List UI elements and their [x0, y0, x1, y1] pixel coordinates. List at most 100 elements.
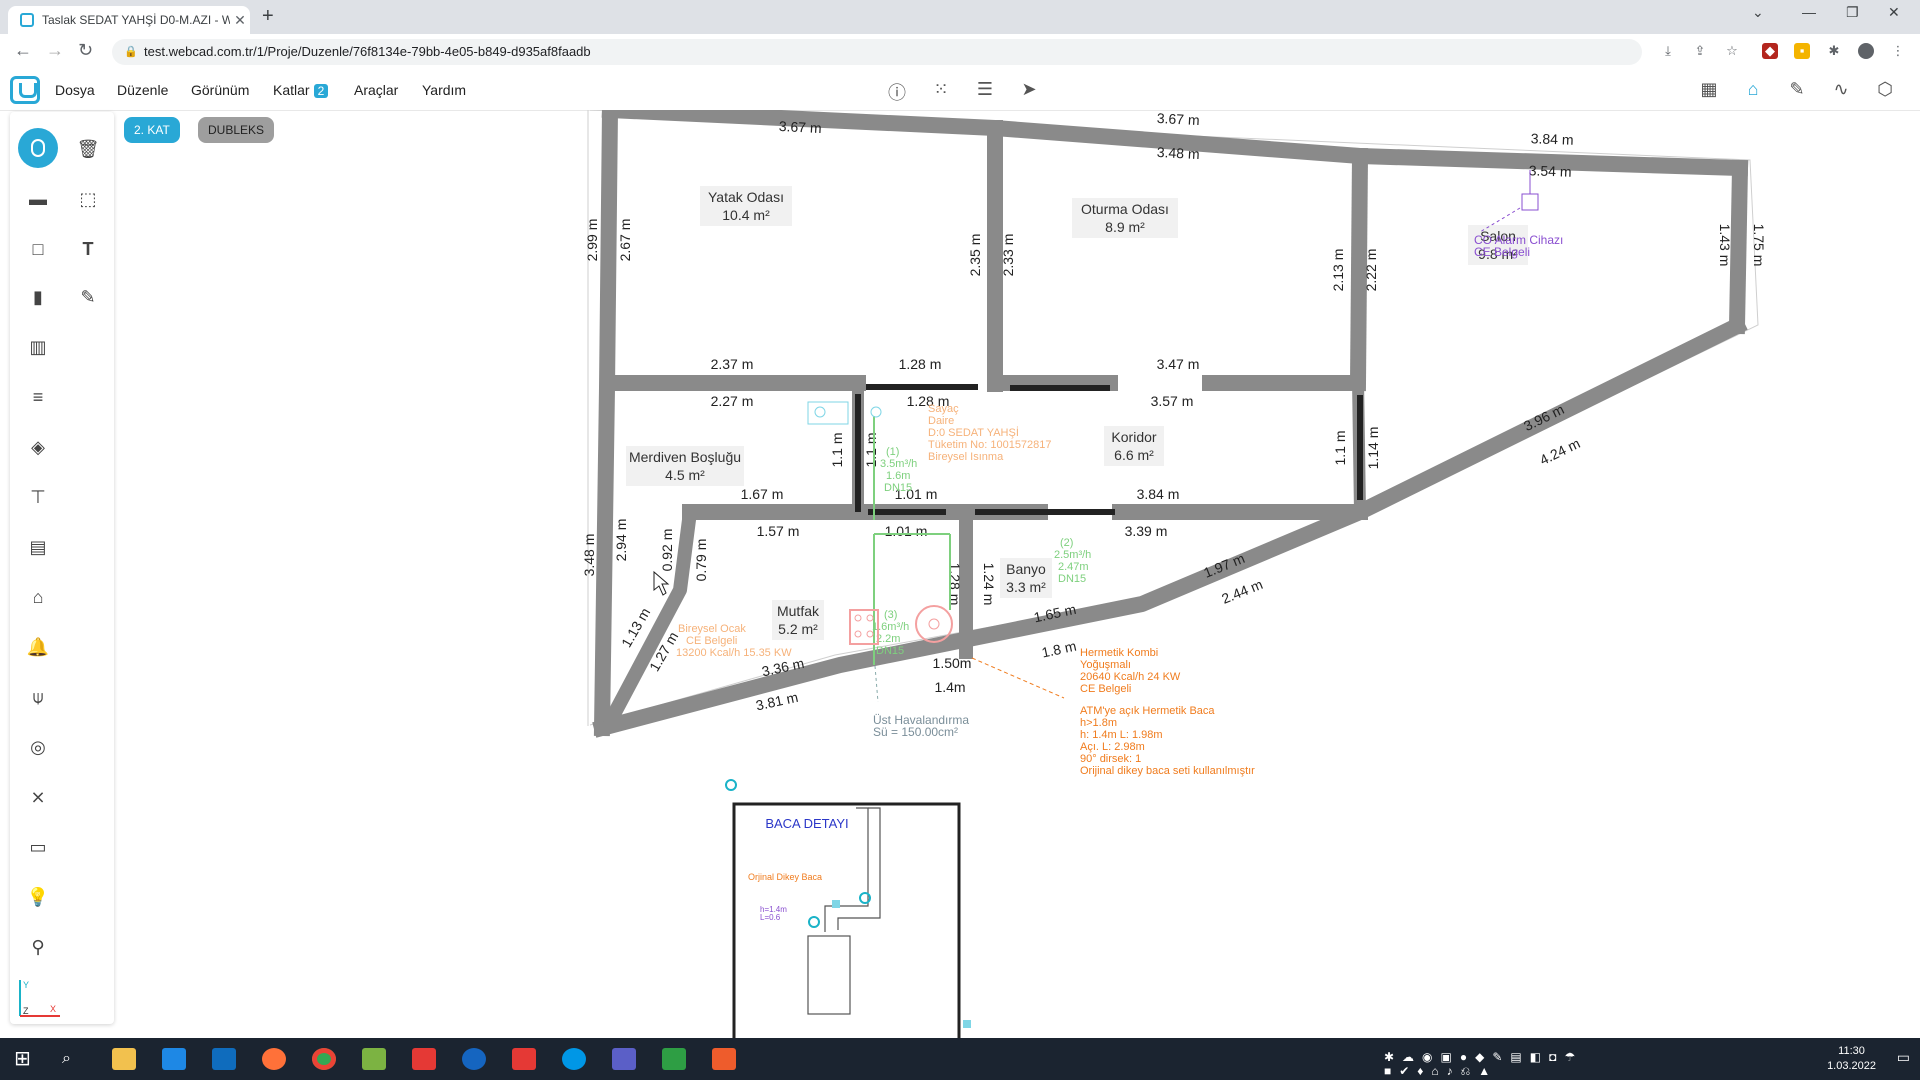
select-mouse-tool[interactable] [18, 128, 58, 168]
skype-icon[interactable] [562, 1048, 586, 1070]
send-icon[interactable]: ➤ [1018, 79, 1040, 100]
panel-icon[interactable]: ▭ [25, 834, 51, 860]
tab-search-icon[interactable]: ⌄ [1752, 4, 1764, 21]
back-arrow-icon[interactable]: ← [14, 40, 32, 61]
dim-label: 1.8 m [1040, 638, 1078, 661]
home-icon[interactable]: ⌂ [1742, 79, 1764, 100]
kombi-leader-line [971, 657, 1065, 699]
dim-label: 1.43 m [1717, 224, 1733, 267]
gas-meter[interactable] [807, 401, 882, 425]
area-select-icon[interactable]: ⬚ [75, 186, 101, 212]
layers-icon[interactable]: ◈ [25, 434, 51, 460]
minimize-icon[interactable]: — [1802, 4, 1816, 20]
alarm-bell-icon[interactable]: 🔔 [25, 634, 51, 660]
menu-dosya[interactable]: Dosya [55, 82, 95, 98]
pipe1-line: 3.5m³/h [880, 458, 917, 470]
stairs-tool-icon[interactable]: ≡ [25, 384, 51, 410]
baca-line: h>1.8m [1080, 717, 1117, 729]
dim-label: 1.24 m [981, 563, 997, 606]
text-tool-icon[interactable]: T [75, 236, 101, 262]
drawing-canvas[interactable]: Yatak Odası 10.4 m² Oturma Odası 8.9 m² … [120, 110, 1920, 1038]
firefox-icon[interactable] [262, 1048, 286, 1070]
app-chat-icon[interactable] [412, 1048, 436, 1070]
reload-icon[interactable]: ↻ [78, 40, 93, 61]
url-text: test.webcad.com.tr/1/Proje/Duzenle/76f81… [144, 44, 591, 59]
door-tool-icon[interactable]: ▮ [25, 284, 51, 310]
chrome-icon[interactable] [312, 1048, 336, 1070]
teamviewer-icon[interactable] [462, 1048, 486, 1070]
system-tray-icons[interactable]: ✱☁◉▣●◆✎▤◧◘☂■✔♦⌂♪⎌▲ [1384, 1050, 1684, 1078]
menu-katlar[interactable]: Katlar 2 [273, 82, 329, 98]
dim-label: 3.48 m [581, 534, 597, 577]
notifications-icon[interactable]: ▭ [1897, 1049, 1910, 1066]
anydesk-icon[interactable] [512, 1048, 536, 1070]
meter-icon[interactable]: ◎ [25, 734, 51, 760]
restore-icon[interactable]: ❐ [1846, 4, 1859, 21]
install-icon[interactable]: ⤓ [1660, 43, 1676, 59]
browser-tab[interactable]: Taslak SEDAT YAHŞİ D0-M.AZI - W ✕ [8, 6, 250, 34]
delete-trash-icon[interactable]: 🗑 [75, 136, 101, 162]
boiler-icon[interactable]: ⌂ [25, 584, 51, 610]
taskbar-clock[interactable]: 11:30 1.03.2022 [1827, 1044, 1876, 1074]
bookmark-star-icon[interactable]: ☆ [1724, 43, 1740, 59]
profile-avatar-icon[interactable] [1858, 43, 1874, 59]
address-toolbar: ← → ↻ 🔒 test.webcad.com.tr/1/Proje/Duzen… [0, 34, 1920, 71]
pencil-icon[interactable]: ✎ [1786, 79, 1808, 100]
checklist-icon[interactable]: ☰ [974, 79, 996, 100]
file-explorer-icon[interactable] [112, 1048, 136, 1070]
dim-label: 4.24 m [1537, 435, 1582, 468]
search-icon[interactable]: ⌕ [62, 1048, 86, 1070]
teams-icon[interactable] [612, 1048, 636, 1070]
url-bar[interactable]: 🔒 test.webcad.com.tr/1/Proje/Duzenle/76f… [112, 39, 1642, 65]
menu-araclar[interactable]: Araçlar [354, 82, 398, 98]
menu-duzenle[interactable]: Düzenle [117, 82, 168, 98]
grid-icon[interactable]: ⁙ [930, 79, 952, 100]
info-icon[interactable]: ⓘ [886, 79, 908, 105]
menu-gorunum[interactable]: Görünüm [191, 82, 249, 98]
room-tool-icon[interactable]: □ [25, 236, 51, 262]
webcad-logo-icon[interactable] [10, 76, 40, 104]
recorder-icon[interactable] [712, 1048, 736, 1070]
vertical-pipe-icon[interactable]: ⊤ [25, 484, 51, 510]
sayac-line: Bireysel Isınma [928, 451, 1004, 463]
antenna-icon[interactable]: ⍦ [25, 684, 51, 710]
windows-start-icon[interactable]: ⊞ [14, 1048, 38, 1070]
camtasia-icon[interactable] [662, 1048, 686, 1070]
draw-pen-icon[interactable]: ✎ [75, 284, 101, 310]
share-icon[interactable]: ⇪ [1692, 43, 1708, 59]
dim-label: 0.79 m [693, 539, 709, 582]
dim-label: 2.22 m [1363, 249, 1379, 292]
room-mutfak-area: 5.2 m² [778, 621, 818, 637]
mail-icon[interactable] [162, 1048, 186, 1070]
room-merdiven-name: Merdiven Boşluğu [629, 449, 741, 465]
extension-badge-icon[interactable]: ▪ [1794, 43, 1810, 59]
radiator-icon[interactable]: ▤ [25, 534, 51, 560]
clock-time: 11:30 [1838, 1045, 1865, 1057]
co-alarm-symbol[interactable] [1479, 170, 1539, 233]
valve-icon[interactable]: ⨯ [25, 784, 51, 810]
baca-line: h: 1.4m L: 1.98m [1080, 729, 1163, 741]
forward-arrow-icon[interactable]: → [46, 40, 64, 61]
kombi-line: CE Belgeli [1080, 683, 1131, 695]
extinguisher-icon[interactable]: ⚲ [25, 934, 51, 960]
browser-menu-icon[interactable]: ⋮ [1890, 43, 1906, 59]
window-tool-icon[interactable]: ▥ [25, 334, 51, 360]
ublock-extension-icon[interactable]: ◆ [1762, 43, 1778, 59]
cube-3d-icon[interactable]: ⬡ [1874, 79, 1896, 100]
new-tab-button[interactable]: + [262, 5, 274, 28]
extensions-puzzle-icon[interactable]: ✱ [1826, 43, 1842, 59]
mouse-cursor-icon [653, 570, 670, 596]
outlook-icon[interactable] [212, 1048, 236, 1070]
app-green-icon[interactable] [362, 1048, 386, 1070]
boiler-symbol[interactable] [915, 605, 953, 643]
close-tab-icon[interactable]: ✕ [230, 12, 250, 29]
building-icon[interactable]: ▦ [1698, 79, 1720, 100]
baca-detail[interactable]: BACA DETAYI Orjinal Dikey Baca h=1.4m L=… [725, 779, 971, 1038]
dim-label: 2.33 m [1000, 234, 1016, 277]
menu-yardim[interactable]: Yardım [422, 82, 466, 98]
wall-tool-icon[interactable]: ▬ [25, 186, 51, 212]
close-window-icon[interactable]: ✕ [1888, 4, 1900, 21]
line-chart-icon[interactable]: ∿ [1830, 79, 1852, 100]
dim-label: 0.92 m [659, 529, 675, 572]
lightbulb-icon[interactable]: 💡 [25, 884, 51, 910]
